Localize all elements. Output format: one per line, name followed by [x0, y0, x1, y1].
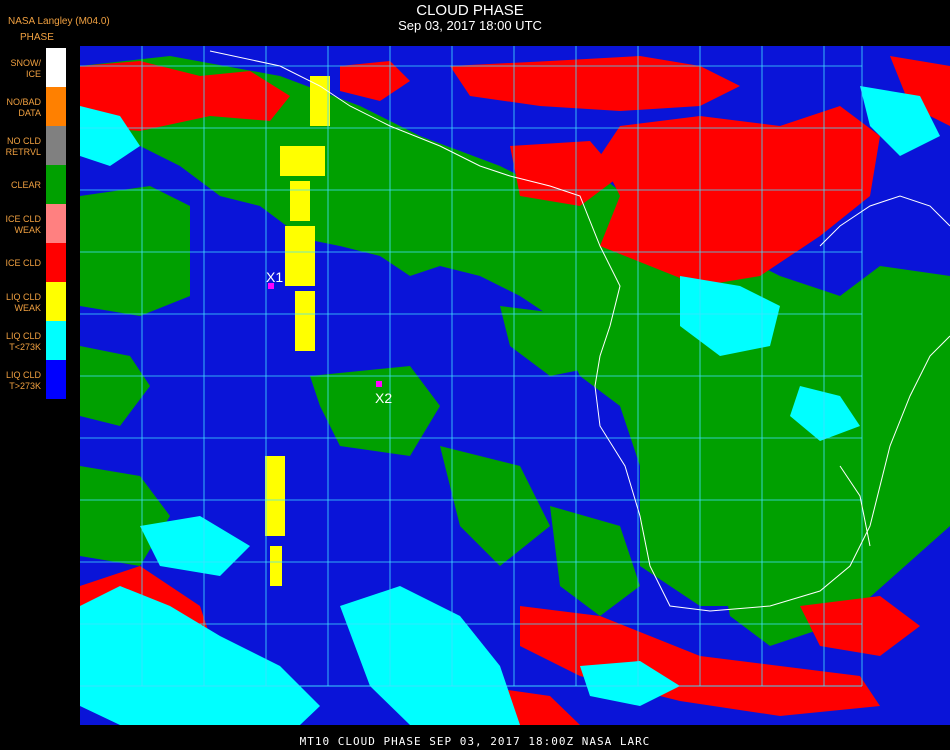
- legend-swatch: [46, 360, 66, 399]
- legend-swatch: [46, 204, 66, 243]
- legend-label: ICE CLD: [5, 258, 41, 268]
- legend-label: NO CLD RETRVL: [5, 136, 41, 157]
- legend-swatch: [46, 321, 66, 360]
- legend-label: LIQ CLD T>273K: [5, 370, 41, 391]
- legend-label: NO/BAD DATA: [6, 97, 41, 118]
- legend-label: CLEAR: [10, 180, 41, 190]
- legend-label: LIQ CLD WEAK: [5, 292, 41, 313]
- legend-swatch: [46, 126, 66, 165]
- legend-swatch: [46, 282, 66, 321]
- marker-x1-label: X1: [266, 269, 283, 285]
- map-title: CLOUD PHASE: [416, 2, 524, 19]
- legend-item-clear: CLEAR: [0, 165, 66, 204]
- legend-label: SNOW/ ICE: [10, 58, 42, 79]
- map-datetime: Sep 03, 2017 18:00 UTC: [398, 18, 542, 33]
- marker-x2-label: X2: [375, 390, 392, 406]
- map-canvas: X1 X2: [80, 46, 950, 725]
- legend-swatch: [46, 165, 66, 204]
- legend-title: PHASE: [20, 32, 54, 43]
- marker-x2-dot: [376, 381, 382, 387]
- legend-item-snow-ice: SNOW/ ICE: [0, 48, 66, 87]
- footer-caption: MT10 CLOUD PHASE SEP 03, 2017 18:00Z NAS…: [299, 735, 651, 748]
- legend-label: LIQ CLD T<273K: [5, 331, 41, 352]
- legend-item-no-cld-retrvl: NO CLD RETRVL: [0, 126, 66, 165]
- provider-label: NASA Langley (M04.0): [8, 16, 110, 27]
- cloud-phase-map: X1 X2: [80, 46, 950, 725]
- phase-legend: SNOW/ ICE NO/BAD DATA NO CLD RETRVL CLEA…: [0, 48, 66, 400]
- legend-swatch: [46, 243, 66, 282]
- legend-item-liq-cld-warm: LIQ CLD T>273K: [0, 360, 66, 399]
- legend-item-no-bad-data: NO/BAD DATA: [0, 87, 66, 126]
- legend-label: ICE CLD WEAK: [5, 214, 41, 235]
- legend-item-liq-cld-weak: LIQ CLD WEAK: [0, 282, 66, 321]
- legend-item-ice-cld: ICE CLD: [0, 243, 66, 282]
- legend-swatch: [46, 87, 66, 126]
- legend-item-ice-cld-weak: ICE CLD WEAK: [0, 204, 66, 243]
- legend-swatch: [46, 48, 66, 87]
- legend-item-liq-cld-cold: LIQ CLD T<273K: [0, 321, 66, 360]
